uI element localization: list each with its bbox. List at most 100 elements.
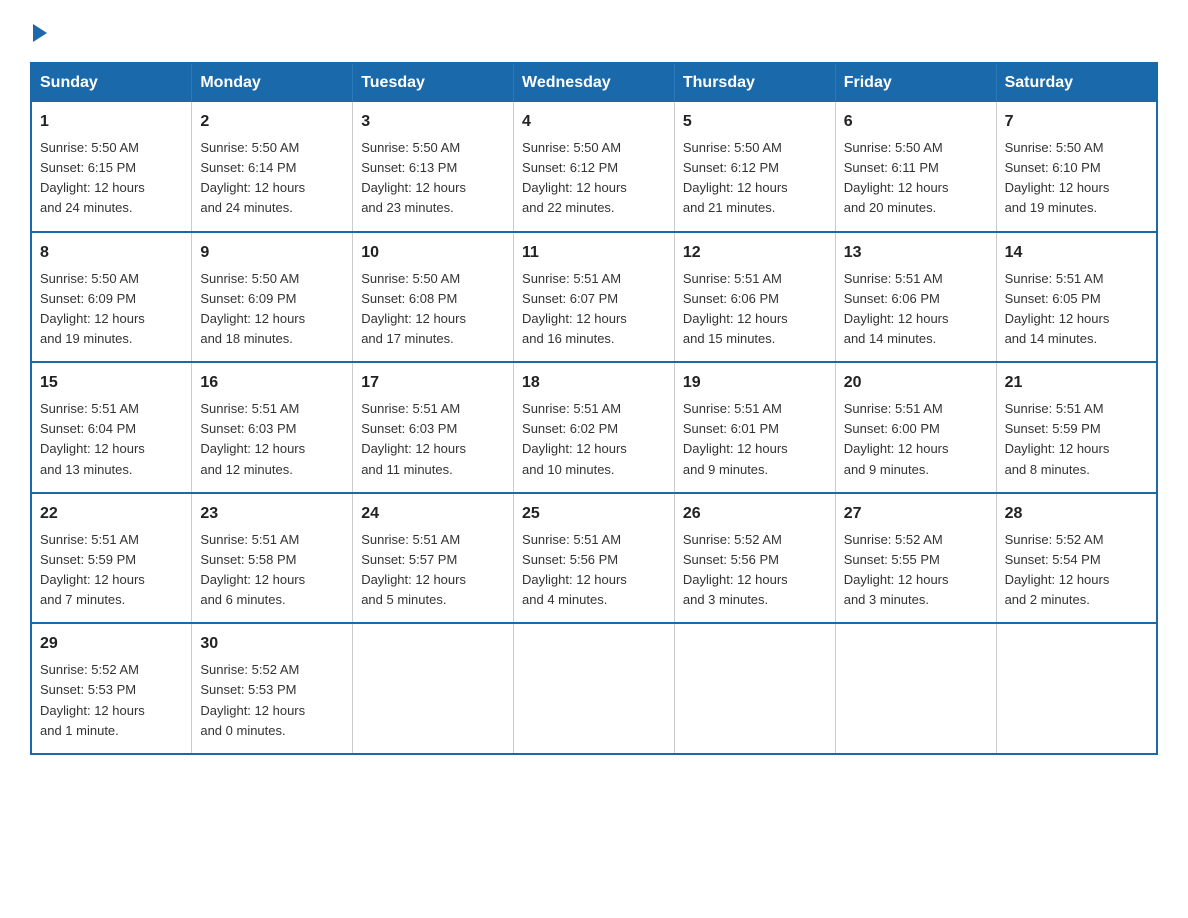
day-info: Sunrise: 5:51 AMSunset: 6:06 PMDaylight:… xyxy=(844,271,949,346)
day-number: 23 xyxy=(200,502,344,526)
calendar-week-row: 29 Sunrise: 5:52 AMSunset: 5:53 PMDaylig… xyxy=(31,623,1157,754)
day-number: 7 xyxy=(1005,110,1148,134)
day-number: 30 xyxy=(200,632,344,656)
day-number: 8 xyxy=(40,241,183,265)
calendar-cell: 8 Sunrise: 5:50 AMSunset: 6:09 PMDayligh… xyxy=(31,232,192,363)
day-number: 3 xyxy=(361,110,505,134)
day-number: 26 xyxy=(683,502,827,526)
day-number: 9 xyxy=(200,241,344,265)
calendar-cell: 29 Sunrise: 5:52 AMSunset: 5:53 PMDaylig… xyxy=(31,623,192,754)
day-info: Sunrise: 5:50 AMSunset: 6:09 PMDaylight:… xyxy=(40,271,145,346)
day-info: Sunrise: 5:50 AMSunset: 6:13 PMDaylight:… xyxy=(361,140,466,215)
day-info: Sunrise: 5:52 AMSunset: 5:56 PMDaylight:… xyxy=(683,532,788,607)
calendar-cell: 23 Sunrise: 5:51 AMSunset: 5:58 PMDaylig… xyxy=(192,493,353,624)
calendar-cell xyxy=(353,623,514,754)
day-info: Sunrise: 5:52 AMSunset: 5:54 PMDaylight:… xyxy=(1005,532,1110,607)
day-number: 14 xyxy=(1005,241,1148,265)
day-number: 22 xyxy=(40,502,183,526)
day-info: Sunrise: 5:51 AMSunset: 6:03 PMDaylight:… xyxy=(361,401,466,476)
calendar-week-row: 22 Sunrise: 5:51 AMSunset: 5:59 PMDaylig… xyxy=(31,493,1157,624)
calendar-cell xyxy=(514,623,675,754)
day-info: Sunrise: 5:52 AMSunset: 5:53 PMDaylight:… xyxy=(200,662,305,737)
calendar-cell xyxy=(996,623,1157,754)
calendar-cell: 6 Sunrise: 5:50 AMSunset: 6:11 PMDayligh… xyxy=(835,102,996,232)
day-header-sunday: Sunday xyxy=(31,63,192,102)
day-number: 4 xyxy=(522,110,666,134)
calendar-cell: 27 Sunrise: 5:52 AMSunset: 5:55 PMDaylig… xyxy=(835,493,996,624)
day-number: 17 xyxy=(361,371,505,395)
day-number: 19 xyxy=(683,371,827,395)
day-number: 1 xyxy=(40,110,183,134)
page-header xyxy=(30,20,1158,42)
day-number: 24 xyxy=(361,502,505,526)
calendar-week-row: 1 Sunrise: 5:50 AMSunset: 6:15 PMDayligh… xyxy=(31,102,1157,232)
day-info: Sunrise: 5:51 AMSunset: 5:58 PMDaylight:… xyxy=(200,532,305,607)
calendar-cell: 21 Sunrise: 5:51 AMSunset: 5:59 PMDaylig… xyxy=(996,362,1157,493)
calendar-cell: 14 Sunrise: 5:51 AMSunset: 6:05 PMDaylig… xyxy=(996,232,1157,363)
calendar-cell: 22 Sunrise: 5:51 AMSunset: 5:59 PMDaylig… xyxy=(31,493,192,624)
day-info: Sunrise: 5:51 AMSunset: 5:57 PMDaylight:… xyxy=(361,532,466,607)
day-info: Sunrise: 5:51 AMSunset: 6:04 PMDaylight:… xyxy=(40,401,145,476)
calendar-header-row: SundayMondayTuesdayWednesdayThursdayFrid… xyxy=(31,63,1157,102)
calendar-cell: 15 Sunrise: 5:51 AMSunset: 6:04 PMDaylig… xyxy=(31,362,192,493)
day-header-wednesday: Wednesday xyxy=(514,63,675,102)
day-number: 13 xyxy=(844,241,988,265)
day-number: 12 xyxy=(683,241,827,265)
calendar-week-row: 8 Sunrise: 5:50 AMSunset: 6:09 PMDayligh… xyxy=(31,232,1157,363)
calendar-cell xyxy=(835,623,996,754)
day-header-saturday: Saturday xyxy=(996,63,1157,102)
day-info: Sunrise: 5:50 AMSunset: 6:14 PMDaylight:… xyxy=(200,140,305,215)
day-number: 5 xyxy=(683,110,827,134)
day-info: Sunrise: 5:52 AMSunset: 5:53 PMDaylight:… xyxy=(40,662,145,737)
calendar-cell: 19 Sunrise: 5:51 AMSunset: 6:01 PMDaylig… xyxy=(674,362,835,493)
calendar-cell: 10 Sunrise: 5:50 AMSunset: 6:08 PMDaylig… xyxy=(353,232,514,363)
day-number: 28 xyxy=(1005,502,1148,526)
day-info: Sunrise: 5:51 AMSunset: 5:59 PMDaylight:… xyxy=(1005,401,1110,476)
logo xyxy=(30,20,47,42)
calendar-cell: 28 Sunrise: 5:52 AMSunset: 5:54 PMDaylig… xyxy=(996,493,1157,624)
day-number: 10 xyxy=(361,241,505,265)
day-info: Sunrise: 5:51 AMSunset: 5:59 PMDaylight:… xyxy=(40,532,145,607)
day-info: Sunrise: 5:51 AMSunset: 6:03 PMDaylight:… xyxy=(200,401,305,476)
calendar-week-row: 15 Sunrise: 5:51 AMSunset: 6:04 PMDaylig… xyxy=(31,362,1157,493)
calendar-table: SundayMondayTuesdayWednesdayThursdayFrid… xyxy=(30,62,1158,755)
day-info: Sunrise: 5:50 AMSunset: 6:12 PMDaylight:… xyxy=(522,140,627,215)
day-info: Sunrise: 5:51 AMSunset: 6:06 PMDaylight:… xyxy=(683,271,788,346)
day-number: 29 xyxy=(40,632,183,656)
day-number: 18 xyxy=(522,371,666,395)
day-number: 6 xyxy=(844,110,988,134)
calendar-cell: 1 Sunrise: 5:50 AMSunset: 6:15 PMDayligh… xyxy=(31,102,192,232)
day-info: Sunrise: 5:51 AMSunset: 6:05 PMDaylight:… xyxy=(1005,271,1110,346)
calendar-cell xyxy=(674,623,835,754)
day-info: Sunrise: 5:50 AMSunset: 6:11 PMDaylight:… xyxy=(844,140,949,215)
calendar-cell: 17 Sunrise: 5:51 AMSunset: 6:03 PMDaylig… xyxy=(353,362,514,493)
day-info: Sunrise: 5:51 AMSunset: 6:07 PMDaylight:… xyxy=(522,271,627,346)
calendar-cell: 13 Sunrise: 5:51 AMSunset: 6:06 PMDaylig… xyxy=(835,232,996,363)
day-number: 2 xyxy=(200,110,344,134)
calendar-cell: 5 Sunrise: 5:50 AMSunset: 6:12 PMDayligh… xyxy=(674,102,835,232)
day-header-thursday: Thursday xyxy=(674,63,835,102)
day-number: 11 xyxy=(522,241,666,265)
calendar-cell: 25 Sunrise: 5:51 AMSunset: 5:56 PMDaylig… xyxy=(514,493,675,624)
day-number: 27 xyxy=(844,502,988,526)
day-info: Sunrise: 5:51 AMSunset: 6:01 PMDaylight:… xyxy=(683,401,788,476)
day-info: Sunrise: 5:52 AMSunset: 5:55 PMDaylight:… xyxy=(844,532,949,607)
day-header-friday: Friday xyxy=(835,63,996,102)
day-header-tuesday: Tuesday xyxy=(353,63,514,102)
day-info: Sunrise: 5:50 AMSunset: 6:12 PMDaylight:… xyxy=(683,140,788,215)
calendar-cell: 26 Sunrise: 5:52 AMSunset: 5:56 PMDaylig… xyxy=(674,493,835,624)
day-info: Sunrise: 5:50 AMSunset: 6:15 PMDaylight:… xyxy=(40,140,145,215)
day-number: 20 xyxy=(844,371,988,395)
logo-arrow-icon xyxy=(33,24,47,42)
day-info: Sunrise: 5:50 AMSunset: 6:08 PMDaylight:… xyxy=(361,271,466,346)
calendar-cell: 7 Sunrise: 5:50 AMSunset: 6:10 PMDayligh… xyxy=(996,102,1157,232)
calendar-cell: 4 Sunrise: 5:50 AMSunset: 6:12 PMDayligh… xyxy=(514,102,675,232)
day-info: Sunrise: 5:50 AMSunset: 6:10 PMDaylight:… xyxy=(1005,140,1110,215)
day-header-monday: Monday xyxy=(192,63,353,102)
calendar-cell: 3 Sunrise: 5:50 AMSunset: 6:13 PMDayligh… xyxy=(353,102,514,232)
day-number: 21 xyxy=(1005,371,1148,395)
day-number: 25 xyxy=(522,502,666,526)
day-info: Sunrise: 5:51 AMSunset: 6:00 PMDaylight:… xyxy=(844,401,949,476)
calendar-cell: 11 Sunrise: 5:51 AMSunset: 6:07 PMDaylig… xyxy=(514,232,675,363)
day-info: Sunrise: 5:51 AMSunset: 6:02 PMDaylight:… xyxy=(522,401,627,476)
